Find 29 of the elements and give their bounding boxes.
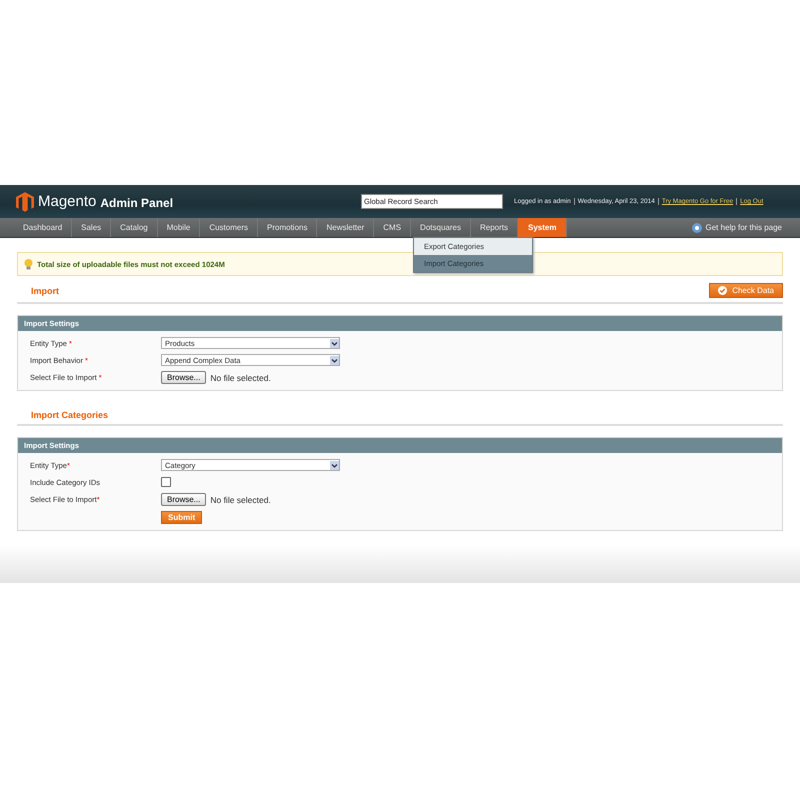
nav-tab[interactable]: Newsletter bbox=[317, 218, 374, 237]
nav-tab[interactable]: Customers bbox=[200, 218, 258, 237]
nav-tab[interactable]: Dashboard bbox=[14, 218, 72, 237]
nav-tab[interactable]: Catalog bbox=[111, 218, 158, 237]
nav-tab[interactable]: CMS bbox=[374, 218, 412, 237]
section-title: Import Categories bbox=[31, 410, 108, 420]
lightbulb-icon bbox=[24, 258, 33, 270]
submit-button[interactable]: Submit bbox=[161, 511, 202, 524]
help-icon[interactable] bbox=[692, 222, 702, 232]
nav-tab[interactable]: Mobile bbox=[158, 218, 200, 237]
nav-tab[interactable]: Sales bbox=[72, 218, 112, 237]
help-link[interactable]: Get help for this page bbox=[706, 223, 782, 232]
check-data-button[interactable]: Check Data bbox=[709, 283, 783, 298]
logo-text: Magento bbox=[38, 193, 96, 210]
logo-subtitle: Admin Panel bbox=[100, 196, 174, 210]
chevron-down-icon bbox=[330, 460, 339, 470]
browse-button[interactable]: Browse... bbox=[161, 371, 206, 384]
checkbox[interactable] bbox=[161, 477, 171, 487]
file-status: No file selected. bbox=[210, 494, 271, 504]
chevron-down-icon bbox=[330, 338, 339, 348]
file-status: No file selected. bbox=[210, 372, 271, 382]
browse-button[interactable]: Browse... bbox=[161, 493, 206, 506]
nav-tab[interactable]: System bbox=[518, 218, 568, 237]
section-title: Import bbox=[31, 286, 59, 296]
check-icon bbox=[718, 286, 728, 295]
nav-tab[interactable]: Dotsquares bbox=[411, 218, 471, 237]
chevron-down-icon bbox=[330, 356, 339, 364]
logo-icon bbox=[16, 192, 34, 212]
nav-tab[interactable]: Promotions bbox=[258, 218, 318, 237]
